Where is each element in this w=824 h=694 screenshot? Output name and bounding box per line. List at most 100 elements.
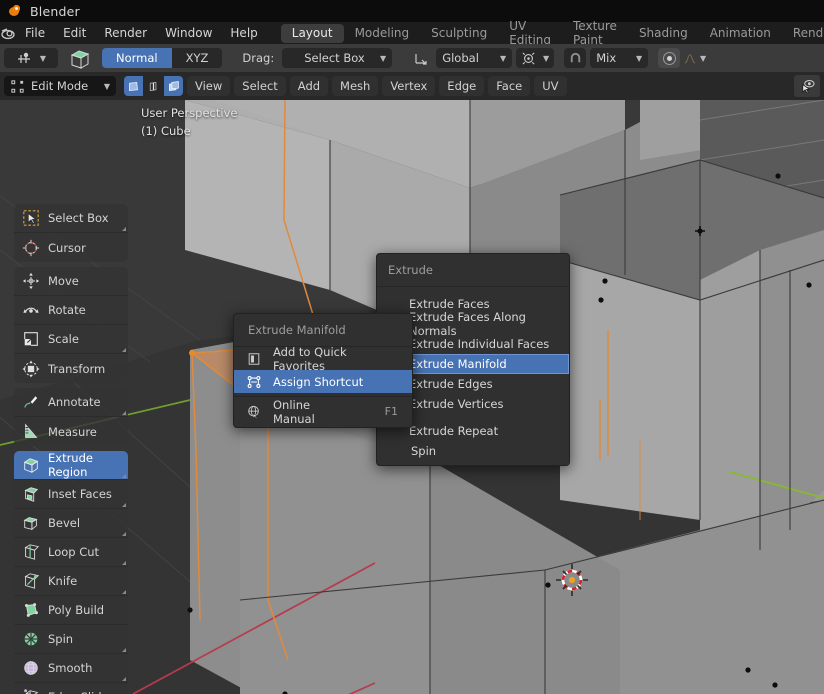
chevron-down-icon: ▼ <box>500 53 507 63</box>
tool-label: Cursor <box>48 240 86 255</box>
tool-edge-slide[interactable]: Edge Slide <box>14 683 128 694</box>
tool-bevel[interactable]: Bevel <box>14 509 128 538</box>
tool-expand-corner-icon[interactable] <box>122 474 126 478</box>
tool-group-annotate: Annotate Measure <box>14 388 128 446</box>
tab-texture-paint[interactable]: Texture Paint <box>562 19 628 47</box>
chevron-down-icon: ▼ <box>543 53 550 63</box>
proportional-edit-icon[interactable] <box>658 48 681 68</box>
face-select-mode-button[interactable] <box>164 76 183 96</box>
menu-edit[interactable]: Edit <box>54 23 95 43</box>
falloff-dropdown[interactable]: Mix ▼ <box>590 48 649 68</box>
interaction-mode-value: Edit Mode <box>31 79 89 93</box>
menu-bar: File Edit Render Window Help Layout Mode… <box>0 19 824 47</box>
tool-label: Spin <box>48 632 74 646</box>
snap-magnet-icon[interactable] <box>564 48 587 68</box>
tool-group-select: Select Box Cursor <box>14 204 128 262</box>
tool-loop-cut[interactable]: Loop Cut <box>14 538 128 567</box>
tab-animation[interactable]: Animation <box>699 24 782 43</box>
tool-label: Knife <box>48 574 78 588</box>
loop-cut-icon <box>21 542 41 562</box>
context-menu-item-online-manual[interactable]: Online Manual F1 <box>234 398 412 426</box>
tool-expand-corner-icon[interactable] <box>122 348 126 352</box>
orientation-segmented-control[interactable]: Normal XYZ <box>102 48 223 68</box>
tab-uv-editing[interactable]: UV Editing <box>498 19 562 47</box>
blender-logo-icon <box>8 4 22 18</box>
tab-layout[interactable]: Layout <box>280 23 344 43</box>
context-menu-item-add-to-quick-favorites[interactable]: Add to Quick Favorites <box>234 345 412 373</box>
edge-select-mode-button[interactable] <box>144 76 163 96</box>
viewport-menu-face[interactable]: Face <box>488 76 531 96</box>
vertex-select-mode-button[interactable] <box>124 76 143 96</box>
transform-orientation-value: Global <box>442 51 479 65</box>
tool-expand-corner-icon[interactable] <box>122 503 126 507</box>
menu-file[interactable]: File <box>16 23 54 43</box>
transform-icon <box>21 359 41 379</box>
tool-label: Select Box <box>48 211 109 225</box>
context-menu-item-assign-shortcut[interactable]: Assign Shortcut <box>234 370 412 393</box>
interaction-mode-dropdown[interactable]: Edit Mode ▼ <box>4 76 116 96</box>
mesh-select-mode-group <box>124 76 183 96</box>
tool-expand-corner-icon[interactable] <box>122 532 126 536</box>
tool-select-box[interactable]: Select Box <box>14 204 128 233</box>
tool-move[interactable]: Move <box>14 267 128 296</box>
tool-extrude-region[interactable]: Extrude Region <box>14 451 128 480</box>
viewport-overlay-perspective: User Perspective <box>141 106 238 120</box>
tool-annotate[interactable]: Annotate <box>14 388 128 417</box>
tool-scale[interactable]: Scale <box>14 325 128 354</box>
tool-poly-build[interactable]: Poly Build <box>14 596 128 625</box>
context-menu-title: Extrude Manifold <box>234 314 412 347</box>
viewport-overlay-object: (1) Cube <box>141 124 191 138</box>
viewport-menu-select[interactable]: Select <box>234 76 286 96</box>
menu-render[interactable]: Render <box>95 23 156 43</box>
viewport-menu-mesh[interactable]: Mesh <box>332 76 379 96</box>
cursor-icon <box>21 238 41 258</box>
tool-knife[interactable]: Knife <box>14 567 128 596</box>
blender-window: Blender File Edit Render Window Help Lay… <box>0 0 824 694</box>
viewport-menu-add[interactable]: Add <box>289 76 329 96</box>
chevron-down-icon: ▼ <box>39 53 47 63</box>
tool-expand-corner-icon[interactable] <box>122 677 126 681</box>
title-bar: Blender <box>0 0 824 22</box>
orientation-normal-option[interactable]: Normal <box>102 48 172 68</box>
tool-rotate[interactable]: Rotate <box>14 296 128 325</box>
viewport-menu-uv[interactable]: UV <box>534 76 567 96</box>
viewport-menu-view[interactable]: View <box>187 76 231 96</box>
orientation-xyz-option[interactable]: XYZ <box>171 48 223 68</box>
tool-measure[interactable]: Measure <box>14 417 128 446</box>
tool-expand-corner-icon[interactable] <box>122 590 126 594</box>
pivot-point-dropdown[interactable]: ▼ <box>516 48 555 68</box>
viewport-menu-edge[interactable]: Edge <box>439 76 485 96</box>
3d-viewport[interactable]: User Perspective (1) Cube Select Box Cur… <box>0 100 824 694</box>
tool-group-transform: Move Rotate Scale Transform <box>14 267 128 383</box>
active-tool-selector[interactable]: ▼ <box>4 48 58 68</box>
tool-cursor[interactable]: Cursor <box>14 233 128 262</box>
viewport-menu-vertex[interactable]: Vertex <box>382 76 436 96</box>
assign-shortcut-icon <box>244 372 264 392</box>
blender-menu-icon[interactable] <box>0 25 16 41</box>
extrude-region-tool-preview-icon[interactable] <box>62 46 98 70</box>
knife-icon <box>21 571 41 591</box>
tool-inset-faces[interactable]: Inset Faces <box>14 480 128 509</box>
tool-expand-corner-icon[interactable] <box>122 227 126 231</box>
tab-rendering[interactable]: Rendering <box>782 24 824 43</box>
chevron-down-icon: ▼ <box>380 53 387 63</box>
visibility-eye-icon[interactable] <box>794 75 820 97</box>
tab-sculpting[interactable]: Sculpting <box>420 24 498 43</box>
window-title: Blender <box>30 3 80 19</box>
tool-expand-corner-icon[interactable] <box>122 648 126 652</box>
tab-modeling[interactable]: Modeling <box>344 24 421 43</box>
tool-smooth[interactable]: Smooth <box>14 654 128 683</box>
tool-expand-corner-icon[interactable] <box>122 561 126 565</box>
pivot-point-icon <box>522 51 535 65</box>
extrude-menu-item-spin[interactable]: Spin <box>377 441 569 461</box>
tool-transform[interactable]: Transform <box>14 354 128 383</box>
drag-mode-dropdown[interactable]: Select Box ▼ <box>282 48 393 68</box>
tab-shading[interactable]: Shading <box>628 24 699 43</box>
tool-spin[interactable]: Spin <box>14 625 128 654</box>
tool-group-mesh-edit: Extrude Region Inset Faces Bevel Loop Cu… <box>14 451 128 694</box>
menu-window[interactable]: Window <box>156 23 221 43</box>
menu-help[interactable]: Help <box>221 23 266 43</box>
tool-expand-corner-icon[interactable] <box>122 411 126 415</box>
transform-orientation-dropdown[interactable]: Global ▼ <box>436 48 513 68</box>
smooth-falloff-icon[interactable]: ▼ <box>684 48 706 68</box>
